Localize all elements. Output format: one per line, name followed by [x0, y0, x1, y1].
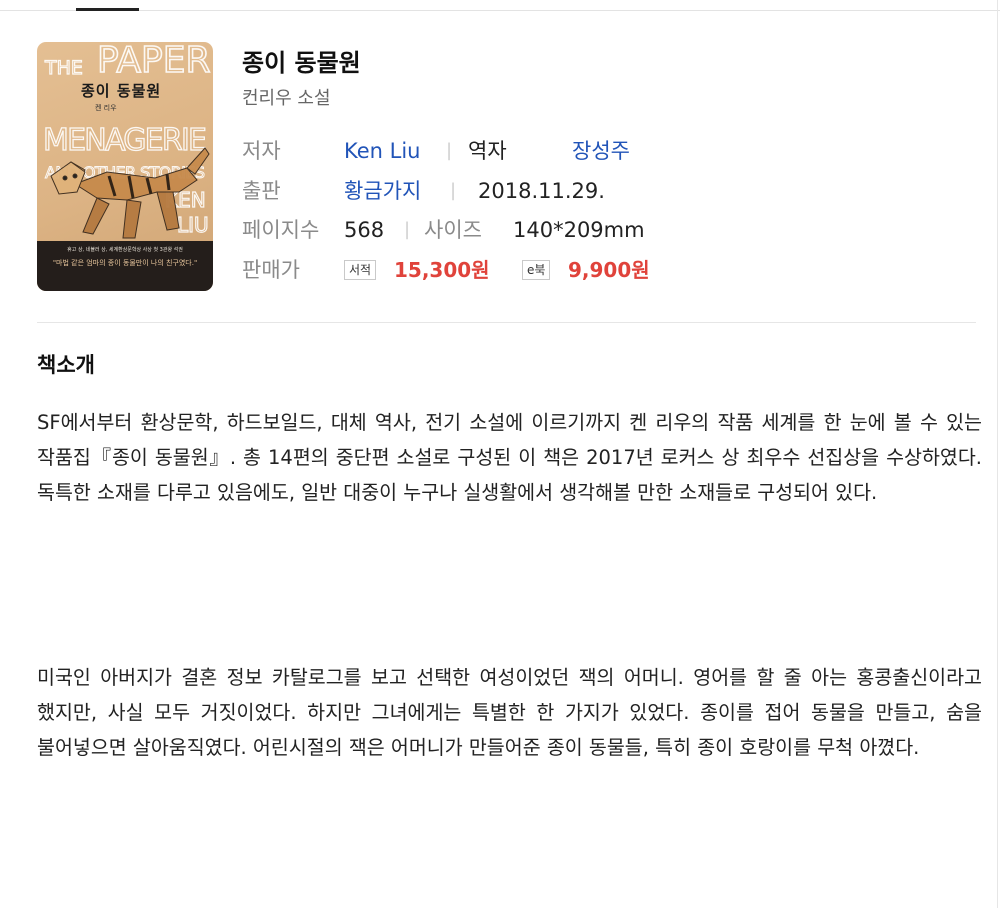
book-cover[interactable]: THE PAPER MENAGERIE AND OTHER STORIES KE… — [37, 42, 213, 291]
print-tag: 서적 — [344, 260, 377, 280]
ebook-price[interactable]: 9,900원 — [568, 255, 650, 285]
cover-band: 휴고 상, 네뷸러 상, 세계환상문학상 사상 첫 3관왕 석권 "마법 같은 … — [37, 241, 213, 291]
cover-art-text-liu: LIU — [177, 213, 209, 237]
separator: | — [446, 140, 453, 161]
publisher-label: 출판 — [242, 179, 281, 203]
intro-heading: 책소개 — [37, 353, 95, 377]
cover-quote: "마법 같은 엄마의 종이 동물만이 나의 친구였다." — [52, 259, 198, 267]
publisher-link[interactable]: 황금가지 — [344, 176, 421, 206]
cover-blurb: 휴고 상, 네뷸러 상, 세계환상문학상 사상 첫 3관왕 석권 — [67, 247, 183, 253]
top-tab-rule — [0, 10, 1000, 11]
intro-paragraph: SF에서부터 환상문학, 하드보일드, 대체 역사, 전기 소설에 이르기까지 … — [37, 411, 982, 504]
author-label: 저자 — [242, 139, 281, 163]
print-price[interactable]: 15,300원 — [394, 255, 490, 285]
separator: | — [404, 219, 411, 240]
cover-author: 켄 리우 — [95, 104, 117, 112]
cover-title: 종이 동물원 — [81, 82, 162, 100]
pages-label: 페이지수 — [242, 218, 320, 242]
book-subtitle: 컨리우 소설 — [242, 88, 331, 109]
cover-art-text-paper: PAPER — [97, 42, 211, 81]
size-label: 사이즈 — [424, 218, 482, 242]
size-value: 140*209mm — [513, 218, 645, 242]
ebook-tag: e북 — [522, 260, 551, 280]
book-title: 종이 동물원 — [242, 49, 361, 77]
cover-art-text-the: THE — [44, 57, 83, 79]
intro-paragraph: 미국인 아버지가 결혼 정보 카탈로그를 보고 선택한 여성이었던 잭의 어머니… — [37, 666, 982, 759]
translator-link[interactable]: 장성주 — [572, 136, 630, 166]
cover-art-text-menagerie: MENAGERIE — [43, 123, 207, 158]
separator: | — [450, 180, 457, 201]
section-divider — [37, 322, 976, 323]
translator-label: 역자 — [468, 139, 507, 163]
price-label: 판매가 — [242, 258, 300, 282]
panel-border — [997, 0, 998, 908]
publish-date: 2018.11.29. — [478, 179, 605, 203]
active-tab-indicator[interactable] — [76, 8, 139, 11]
author-link[interactable]: Ken Liu — [344, 136, 420, 166]
pages-value: 568 — [344, 218, 385, 242]
